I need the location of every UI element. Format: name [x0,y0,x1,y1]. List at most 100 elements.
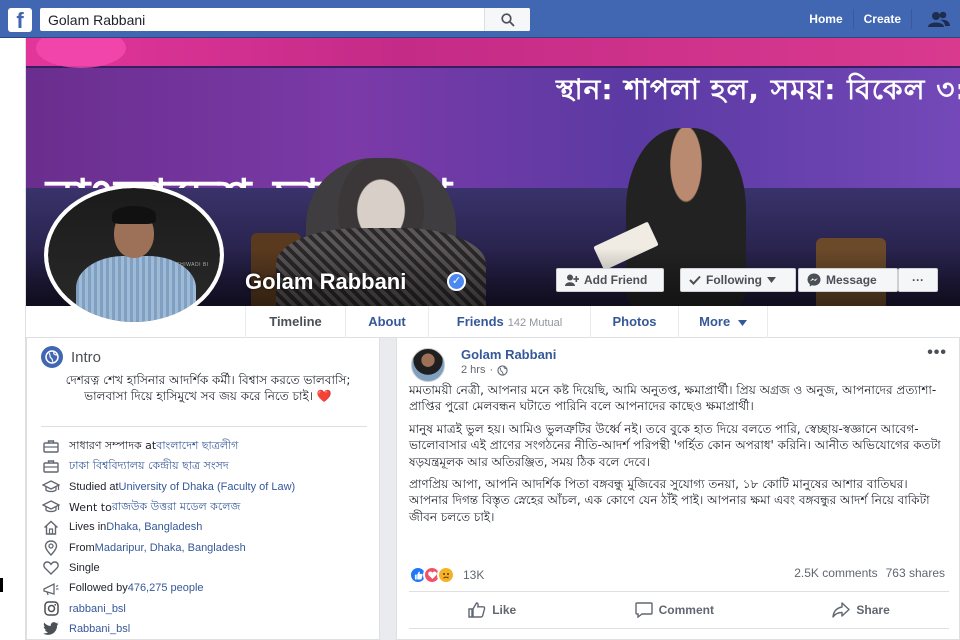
intro-info-link[interactable]: বাংলাদেশ ছাত্রলীগ [156,437,238,456]
intro-info-link[interactable]: Madaripur, Dhaka, Bangladesh [95,542,246,554]
intro-info-text: সাধারণ সম্পাদক at [69,438,157,452]
share-label: Share [856,603,890,617]
profile-picture-image: CHIWADI BI [48,188,220,322]
chevron-down-icon [767,277,776,283]
intro-info-row: ঢাকা বিশ্ববিদ্যালয় কেন্দ্রীয় ছাত্র সংস… [41,456,371,476]
facebook-logo[interactable]: f [8,8,32,32]
home-icon [41,519,61,535]
share-button[interactable]: Share [832,595,890,625]
post-options-button[interactable]: ••• [927,344,947,362]
post-author-avatar[interactable] [411,348,445,382]
location-pin-icon [41,539,61,556]
chevron-down-icon [737,320,747,326]
intro-info-row: Lives in Dhaka, Bangladesh [41,517,371,537]
briefcase-icon [41,458,61,474]
intro-info-text: Single [69,561,100,574]
nav-right: Home Create [799,0,960,38]
message-button[interactable]: Message [798,268,898,292]
profile-picture-stamp: CHIWADI BI [176,262,209,268]
profile-picture[interactable]: CHIWADI BI [44,184,224,326]
post-card: Golam Rabbani 2 hrs · ••• মমতাময়ী নেত্র… [396,338,960,640]
post-body: মমতাময়ী নেত্রী, আপনার মনে কষ্ট দিয়েছি,… [409,382,949,531]
post-timestamp[interactable]: 2 hrs · [461,364,508,376]
followers-icon [41,580,61,596]
profile-name[interactable]: Golam Rabbani [245,269,406,295]
post-paragraph: মানুষ মাত্রই ভুল হয়। আমিও ভুলত্রুটির উর… [409,421,941,469]
profile-picture-hair [112,206,156,224]
post-divider [409,591,949,592]
left-edge-strip [0,38,26,640]
intro-info-row: From Madaripur, Dhaka, Bangladesh [41,537,371,557]
tab-about[interactable]: About [345,306,428,338]
intro-info-link[interactable]: 476,275 people [128,582,204,594]
post-actions: Like Comment Share [409,595,949,625]
post-time-separator: · [489,364,494,376]
like-button[interactable]: Like [468,595,516,625]
comment-button[interactable]: Comment [634,595,714,625]
nav-create-link[interactable]: Create [854,9,912,29]
twitter-icon [41,621,61,637]
comments-count-link[interactable]: 2.5K comments [794,566,877,580]
search-box[interactable]: Golam Rabbani [40,8,530,31]
intro-info-link[interactable]: Dhaka, Bangladesh [106,521,202,533]
intro-info-link[interactable]: University of Dhaka (Faculty of Law) [119,481,296,493]
post-author-name[interactable]: Golam Rabbani [461,347,556,362]
intro-info-link[interactable]: Rabbani_bsl [69,623,130,635]
intro-info-text: Studied at [69,480,119,493]
left-edge-mark [0,578,3,592]
friends-icon [928,11,950,27]
like-label: Like [492,603,517,617]
tab-more[interactable]: More [678,306,768,338]
intro-info-row: Rabbani_bsl [41,619,371,639]
reaction-icons [409,566,455,584]
comment-icon [634,602,653,618]
intro-title: Intro [71,348,102,366]
messenger-icon [807,273,821,287]
intro-info-row: Went to রাজউক উত্তরা মডেল কলেজ [41,497,371,517]
search-button[interactable] [484,8,530,31]
search-input[interactable]: Golam Rabbani [40,12,484,28]
message-label: Message [826,273,877,287]
post-counts: 2.5K comments 763 shares [794,566,945,580]
reaction-count: 13K [463,568,485,582]
heart-emoji-icon: ❤️ [316,389,332,403]
tab-more-label: More [699,314,731,329]
instagram-icon [41,601,61,617]
tab-timeline[interactable]: Timeline [245,306,345,338]
mutual-friends-count: 142 Mutual [507,317,563,329]
tab-photos[interactable]: Photos [590,306,678,338]
cover-banner-text-venue: স্থান: শাপলা হল, সময়: বিকেল ৩:০০ [556,73,960,106]
intro-divider [41,426,367,427]
sad-reaction-icon [437,566,455,584]
shares-count-link[interactable]: 763 shares [886,566,945,580]
intro-info-link[interactable]: rabbani_bsl [69,603,126,615]
add-friend-icon [565,274,579,286]
add-friend-label: Add Friend [584,273,648,287]
intro-header: Intro [41,346,101,368]
following-button[interactable]: Following [680,268,796,292]
intro-info-row: Studied at University of Dhaka (Faculty … [41,477,371,497]
intro-bio: দেশরত্ন শেখ হাসিনার আদর্শিক কর্মী। বিশ্ব… [63,372,353,404]
intro-info-row: Followed by 476,275 people [41,578,371,598]
globe-icon [497,364,508,376]
intro-bio-text: দেশরত্ন শেখ হাসিনার আদর্শিক কর্মী। বিশ্ব… [65,373,351,403]
globe-icon [41,346,63,368]
profile-more-button[interactable]: ··· [898,268,938,292]
heart-outline-icon [41,560,61,576]
post-reactions[interactable]: 13K [409,566,484,584]
tab-friends[interactable]: Friends 142 Mutual [428,306,590,338]
add-friend-button[interactable]: Add Friend [556,268,664,292]
share-icon [832,602,851,618]
nav-home-link[interactable]: Home [799,9,854,29]
friend-requests-button[interactable] [912,11,960,27]
post-paragraph: প্রাণপ্রিয় আপা, আপনি আদর্শিক পিতা বঙ্গব… [409,477,930,524]
intro-info-text: From [69,541,95,554]
cover-pink-band [26,38,960,66]
graduation-cap-icon [41,499,61,515]
intro-info-row: সাধারণ সম্পাদক at বাংলাদেশ ছাত্রলীগ [41,436,371,456]
intro-info-row: rabbani_bsl [41,598,371,618]
checkmark-icon [689,275,701,285]
intro-info-link[interactable]: রাজউক উত্তরা মডেল কলেজ [112,498,241,517]
intro-info-link[interactable]: ঢাকা বিশ্ববিদ্যালয় কেন্দ্রীয় ছাত্র সংস… [69,457,229,476]
top-navigation-bar: f Golam Rabbani Home Create [0,0,960,38]
